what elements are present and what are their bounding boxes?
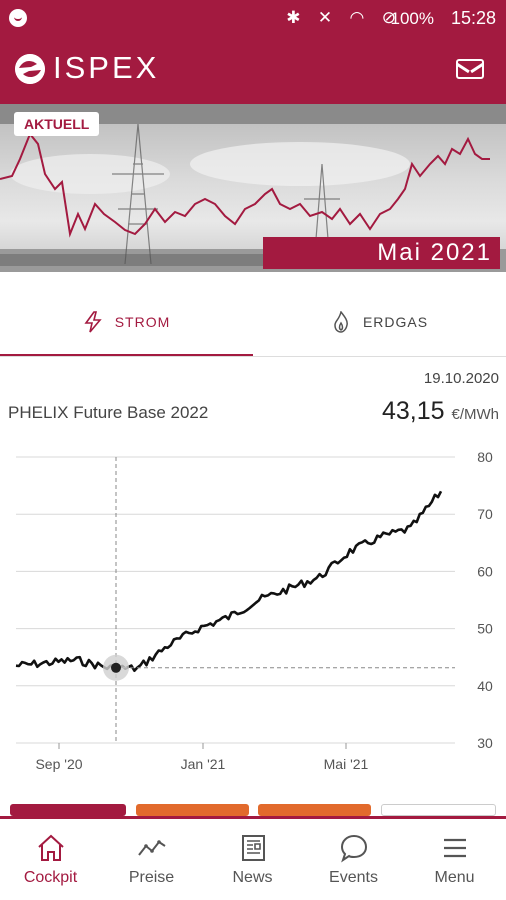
nav-events[interactable]: Events bbox=[303, 819, 404, 899]
x-tick-label: Jan '21 bbox=[181, 756, 226, 772]
app-notification-icon bbox=[9, 9, 27, 27]
x-tick-label: Mai '21 bbox=[324, 756, 369, 772]
nav-menu[interactable]: Menu bbox=[404, 819, 505, 899]
filter-chip[interactable] bbox=[136, 804, 249, 816]
product-name: PHELIX Future Base 2022 bbox=[8, 403, 209, 422]
flame-icon bbox=[334, 311, 348, 333]
home-icon bbox=[38, 834, 64, 861]
status-icons: ✱ ✕ ◠ ⊘ bbox=[286, 8, 402, 28]
clock: 15:28 bbox=[450, 8, 496, 28]
y-tick-label: 50 bbox=[477, 621, 493, 637]
tab-erdgas[interactable]: ERDGAS bbox=[253, 290, 506, 354]
y-tick-label: 40 bbox=[477, 678, 493, 694]
battery-percent: 100% bbox=[390, 9, 434, 28]
nav-news-label: News bbox=[232, 869, 273, 886]
mail-icon[interactable] bbox=[456, 59, 484, 79]
y-tick-label: 60 bbox=[477, 563, 493, 579]
tab-strom-label: STROM bbox=[114, 314, 171, 330]
status-bar: ✱ ✕ ◠ ⊘ 100% 15:28 bbox=[0, 0, 506, 36]
app-bar: ISPEX bbox=[0, 36, 506, 104]
filter-chip[interactable] bbox=[258, 804, 371, 816]
y-tick-label: 30 bbox=[477, 735, 493, 751]
nav-menu-label: Menu bbox=[434, 869, 475, 886]
nav-preise-label: Preise bbox=[128, 869, 175, 886]
nav-events-label: Events bbox=[329, 869, 378, 886]
ispex-logo-icon bbox=[15, 54, 45, 84]
nav-news[interactable]: News bbox=[202, 819, 303, 899]
price-unit: €/MWh bbox=[451, 406, 499, 423]
current-price: 43,15 €/MWh bbox=[382, 397, 499, 426]
trend-icon bbox=[138, 840, 166, 856]
newspaper-icon bbox=[242, 835, 265, 861]
menu-icon bbox=[444, 838, 466, 858]
chat-icon bbox=[340, 834, 368, 863]
tab-strom[interactable]: STROM bbox=[0, 290, 253, 356]
y-tick-label: 80 bbox=[477, 449, 493, 465]
tab-erdgas-label: ERDGAS bbox=[362, 314, 429, 330]
nav-cockpit-label: Cockpit bbox=[23, 869, 78, 886]
bottom-navigation: Cockpit Preise News Events Menu bbox=[0, 816, 506, 900]
nav-cockpit[interactable]: Cockpit bbox=[0, 819, 101, 899]
series-line bbox=[15, 490, 443, 673]
current-badge: AKTUELL bbox=[14, 112, 100, 136]
marker-point bbox=[111, 662, 121, 673]
y-tick-label: 70 bbox=[477, 506, 493, 522]
banner-month-label: Mai 2021 bbox=[263, 237, 500, 269]
lightning-icon bbox=[84, 311, 102, 333]
nav-preise[interactable]: Preise bbox=[101, 819, 202, 899]
energy-tabs: STROM ERDGAS bbox=[0, 290, 506, 357]
app-logo-text: ISPEX bbox=[53, 50, 160, 85]
price-date: 19.10.2020 bbox=[423, 370, 499, 387]
filter-chip[interactable] bbox=[381, 804, 496, 816]
price-value: 43,15 bbox=[381, 397, 445, 425]
x-tick-label: Sep '20 bbox=[35, 756, 82, 772]
filter-chip[interactable] bbox=[10, 804, 126, 816]
price-chart[interactable]: 80 70 60 50 40 30 Sep '20 Jan '21 Mai '21 bbox=[0, 445, 506, 785]
